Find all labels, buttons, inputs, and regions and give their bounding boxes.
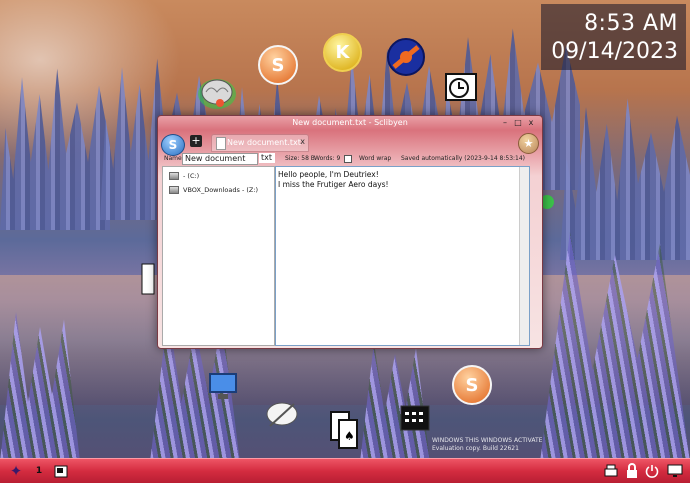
vertical-scrollbar[interactable] bbox=[519, 167, 529, 345]
taskbar-app-icon[interactable] bbox=[52, 462, 70, 480]
brain-icon[interactable] bbox=[196, 76, 238, 112]
tray-printer-icon[interactable] bbox=[602, 462, 620, 480]
text-editor[interactable]: Hello people, I'm Deutriex! I miss the F… bbox=[275, 166, 530, 346]
taskbar: ✦ 1 bbox=[0, 458, 690, 483]
playing-cards-icon[interactable]: ♠ bbox=[328, 410, 360, 450]
file-info-row: Name: New document txt Size: 58 B Words:… bbox=[158, 153, 542, 165]
s-app-icon-secondary[interactable]: S bbox=[452, 365, 492, 405]
clock-date: 09/14/2023 bbox=[551, 39, 678, 64]
drive-label: - (C:) bbox=[183, 172, 200, 180]
favorites-star-button[interactable]: ★ bbox=[518, 133, 539, 154]
tab-title: New document.txt bbox=[227, 138, 301, 147]
satellite-dish-icon[interactable] bbox=[264, 398, 300, 432]
clock-time: 8:53 AM bbox=[584, 11, 678, 36]
new-tab-button[interactable]: + bbox=[190, 135, 202, 147]
s-app-icon-glyph: S bbox=[271, 54, 285, 76]
start-button[interactable]: ✦ bbox=[6, 462, 26, 480]
window-title: New document.txt - Sclibyen bbox=[292, 118, 408, 127]
k-app-icon-glyph: K bbox=[335, 42, 350, 63]
desktop-clock: 8:53 AM 09/14/2023 bbox=[541, 4, 686, 70]
tab-close-button[interactable]: x bbox=[300, 137, 305, 146]
clock-app-icon[interactable] bbox=[442, 72, 480, 106]
k-app-icon[interactable]: K bbox=[323, 33, 362, 72]
watermark-line: Evaluation copy. Build 22621 bbox=[432, 445, 519, 452]
blue-orb-icon[interactable] bbox=[386, 37, 426, 77]
monitor-icon[interactable] bbox=[206, 370, 240, 402]
power-icon[interactable] bbox=[644, 462, 660, 480]
tab-new-document[interactable]: New document.txt x bbox=[211, 134, 309, 152]
editor-line: Hello people, I'm Deutriex! bbox=[278, 170, 379, 179]
tab-row: S + New document.txt x ★ bbox=[158, 132, 542, 156]
s-app-icon-glyph: S bbox=[465, 374, 479, 396]
lock-icon[interactable] bbox=[624, 462, 640, 480]
name-label: Name: bbox=[164, 155, 184, 162]
drive-z[interactable]: VBOX_Downloads - (Z:) bbox=[169, 186, 258, 194]
svg-text:♠: ♠ bbox=[344, 429, 355, 443]
drive-sidebar: - (C:) VBOX_Downloads - (Z:) bbox=[162, 166, 275, 346]
word-wrap-label: Word wrap bbox=[359, 155, 392, 162]
extension-input[interactable]: txt bbox=[259, 153, 275, 163]
star-icon: ★ bbox=[523, 137, 534, 150]
watermark-line: WINDOWS THIS WINDOWS ACTIVATE bbox=[432, 437, 543, 444]
autosave-status: Saved automatically (2023-9-14 8:53:14) bbox=[401, 155, 526, 162]
close-button[interactable]: x bbox=[525, 118, 537, 127]
calculator-icon[interactable] bbox=[397, 400, 433, 434]
editor-line: I miss the Frutiger Aero days! bbox=[278, 180, 389, 189]
filename-input[interactable]: New document bbox=[182, 153, 258, 165]
window-titlebar[interactable]: New document.txt - Sclibyen – □ x bbox=[158, 116, 542, 130]
drive-icon bbox=[169, 172, 179, 180]
activation-watermark: WINDOWS THIS WINDOWS ACTIVATE Evaluation… bbox=[432, 437, 542, 453]
taskbar-item[interactable]: 1 bbox=[34, 462, 44, 480]
s-app-icon[interactable]: S bbox=[258, 45, 298, 85]
drive-label: VBOX_Downloads - (Z:) bbox=[183, 186, 259, 194]
word-wrap-checkbox[interactable] bbox=[344, 155, 352, 163]
drive-c[interactable]: - (C:) bbox=[169, 172, 199, 180]
size-readout: Size: 58 B bbox=[285, 155, 315, 162]
tree-line bbox=[0, 68, 110, 230]
minimize-button[interactable]: – bbox=[499, 118, 511, 127]
tray-monitor-icon[interactable] bbox=[666, 462, 684, 480]
document-icon bbox=[216, 137, 226, 150]
document-icon[interactable] bbox=[140, 262, 156, 296]
word-count: Words: 9 bbox=[314, 155, 341, 162]
app-logo-icon: S bbox=[168, 138, 178, 152]
sclibyen-window[interactable]: New document.txt - Sclibyen – □ x S + Ne… bbox=[157, 115, 543, 349]
lavender-flowers bbox=[540, 232, 690, 462]
maximize-button[interactable]: □ bbox=[512, 118, 524, 127]
drive-icon bbox=[169, 186, 179, 194]
